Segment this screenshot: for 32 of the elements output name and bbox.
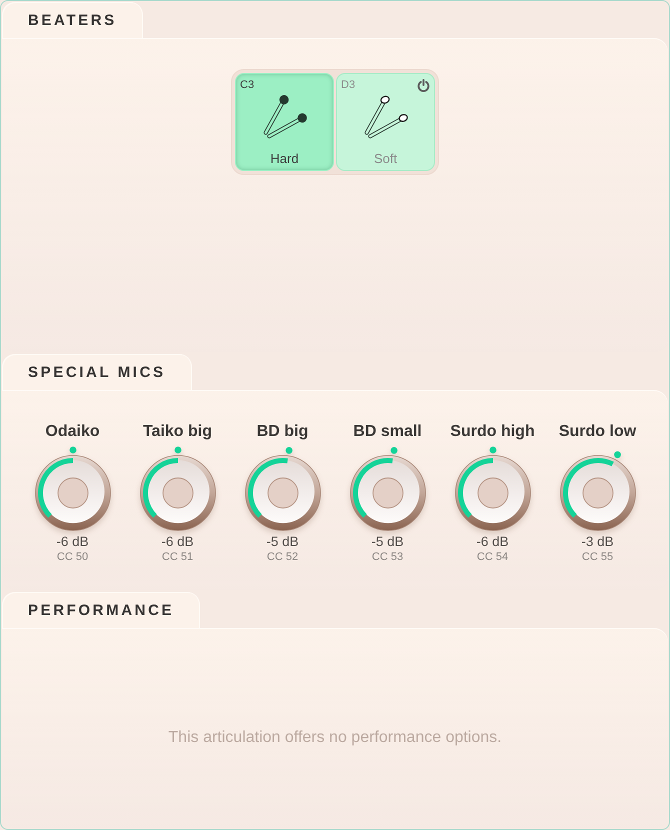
cc-label: CC 52	[266, 550, 298, 564]
mic-label: Surdo low	[558, 422, 636, 442]
db-reading: -5 dB	[266, 534, 299, 550]
indicator-dot-icon	[69, 446, 76, 454]
note-label: C3	[240, 78, 254, 92]
mic-label: BD big	[256, 422, 308, 442]
mic-label: BD small	[353, 422, 422, 442]
indicator-dot-icon	[285, 447, 292, 454]
db-reading: -3 dB	[581, 534, 614, 550]
section-header: PERFORMANCE	[2, 592, 200, 628]
cc-label: CC 55	[582, 550, 614, 564]
indicator-dot-icon	[174, 446, 181, 454]
db-reading: -6 dB	[56, 534, 89, 550]
note-label: D3	[341, 78, 356, 92]
cc-label: CC 51	[162, 550, 194, 564]
db-reading: -5 dB	[371, 534, 404, 550]
beater-button[interactable]: C3 Hard	[235, 73, 334, 171]
mic-label: Odaiko	[45, 422, 100, 442]
cc-label: CC 50	[56, 550, 88, 564]
db-reading: -6 dB	[161, 534, 194, 550]
mic-label: Taiko big	[142, 422, 212, 442]
indicator-dot-icon	[614, 451, 620, 458]
cc-label: CC 54	[476, 550, 508, 564]
cc-label: CC 53	[372, 550, 404, 564]
indicator-dot-icon	[390, 447, 397, 454]
indicator-dot-icon	[489, 446, 496, 454]
power-icon[interactable]	[417, 78, 430, 92]
empty-message: This articulation offers no performance options.	[168, 729, 502, 747]
db-reading: -6 dB	[476, 534, 509, 550]
section-header: BEATERS	[2, 2, 143, 38]
section-header: SPECIAL MICS	[2, 354, 192, 390]
mic-label: Surdo high	[450, 422, 535, 442]
